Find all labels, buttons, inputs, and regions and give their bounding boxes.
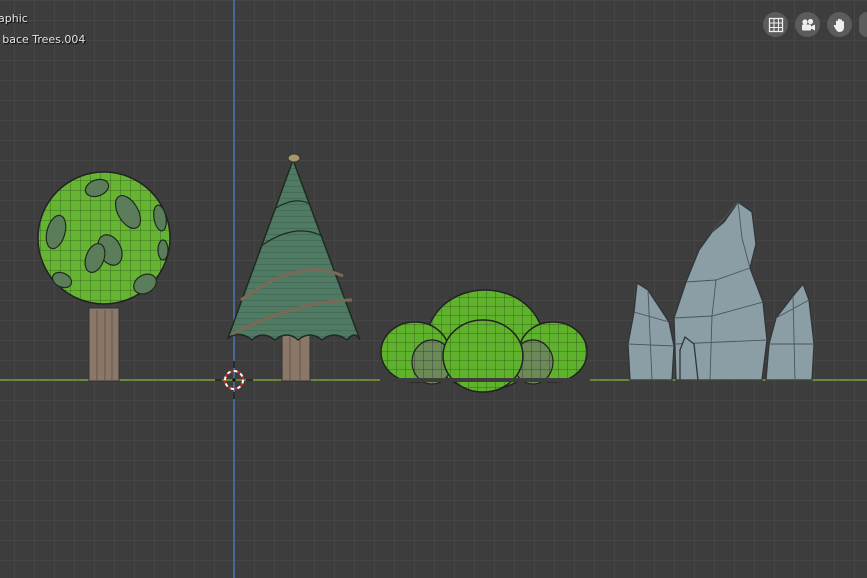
navigation-gizmo-buttons bbox=[763, 12, 867, 37]
pine-tree bbox=[226, 153, 361, 382]
partial-button[interactable] bbox=[859, 12, 867, 37]
hand-icon bbox=[833, 18, 844, 32]
round-tree bbox=[37, 171, 171, 382]
grid-icon bbox=[768, 17, 783, 32]
active-object-label: o bace Trees.004 bbox=[0, 33, 86, 46]
camera-view-button[interactable] bbox=[795, 12, 820, 37]
toggle-grid-button[interactable] bbox=[763, 12, 788, 37]
3d-viewport[interactable]: aphic o bace Trees.004 bbox=[0, 0, 867, 578]
rocks bbox=[627, 201, 815, 381]
scene-canvas bbox=[0, 0, 867, 578]
pan-view-button[interactable] bbox=[827, 12, 852, 37]
3d-cursor-icon bbox=[215, 361, 253, 399]
bush bbox=[380, 289, 590, 393]
camera-icon bbox=[801, 18, 815, 30]
view-name-label: aphic bbox=[0, 12, 28, 25]
